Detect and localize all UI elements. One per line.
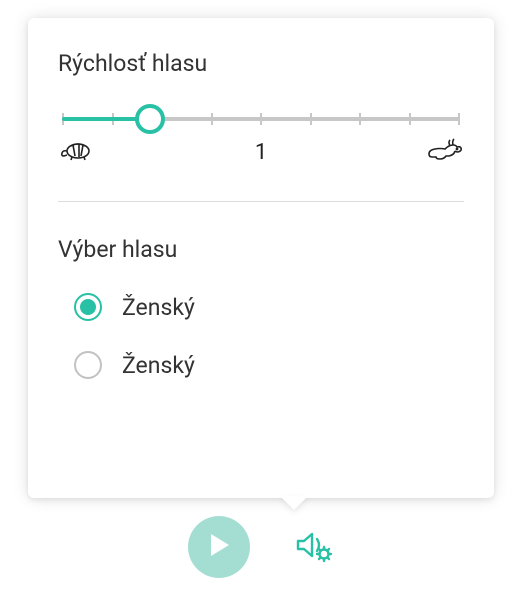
voice-option-1[interactable]: Ženský [74, 351, 464, 379]
voice-settings-button[interactable] [294, 527, 334, 567]
speed-center-label: 1 [255, 140, 267, 165]
voice-option-label: Ženský [122, 352, 195, 379]
rabbit-icon [426, 137, 464, 167]
play-icon [207, 532, 231, 562]
play-button[interactable] [188, 516, 250, 578]
speaker-gear-icon [294, 527, 334, 567]
section-divider [58, 201, 464, 202]
voice-settings-popover: Rýchlosť hlasu 1 [28, 18, 494, 498]
speed-slider[interactable] [62, 117, 460, 121]
slider-labels: 1 [58, 137, 464, 167]
radio-indicator [74, 293, 102, 321]
turtle-icon [58, 138, 94, 166]
voice-option-0[interactable]: Ženský [74, 293, 464, 321]
voice-section-title: Výber hlasu [58, 236, 464, 263]
slider-thumb[interactable] [135, 104, 165, 134]
speed-section-title: Rýchlosť hlasu [58, 50, 464, 77]
voice-option-label: Ženský [122, 294, 195, 321]
radio-indicator [74, 351, 102, 379]
bottom-toolbar [0, 516, 522, 578]
voice-radio-group: Ženský Ženský [58, 293, 464, 379]
slider-track [62, 117, 460, 121]
